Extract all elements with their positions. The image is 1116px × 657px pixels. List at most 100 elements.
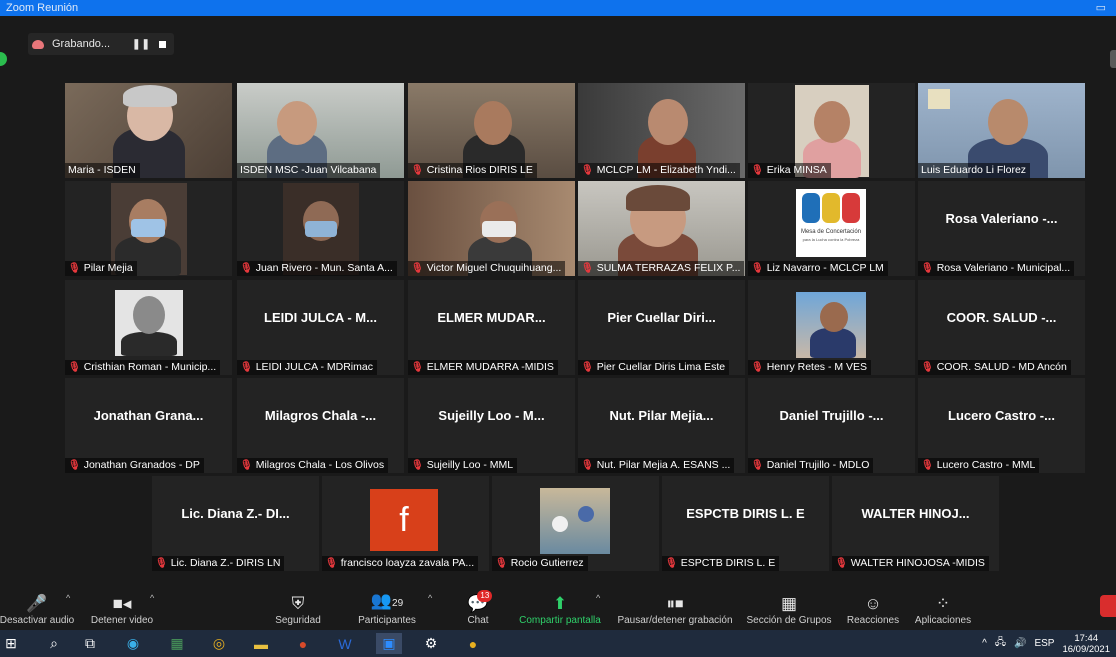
- participant-name: 🎙 Cristhian Roman - Municip...: [65, 360, 221, 375]
- participant-display-name: Rosa Valeriano -...: [945, 211, 1058, 226]
- video-options-chevron-icon[interactable]: ^: [150, 593, 154, 603]
- apps-button[interactable]: ⁘ Aplicaciones: [912, 585, 974, 629]
- task-view-icon[interactable]: ⧉: [80, 633, 100, 654]
- video-tile[interactable]: 🎙 Cristina Rios DIRIS LE: [408, 83, 575, 178]
- security-status-icon[interactable]: [0, 52, 7, 66]
- video-tile[interactable]: Mesa de Concertación para la Lucha contr…: [748, 181, 915, 276]
- video-tile[interactable]: 🎙 Henry Retes - M VES: [748, 280, 915, 375]
- muted-mic-icon: 🎙: [411, 460, 424, 471]
- video-tile[interactable]: Milagros Chala -... 🎙 Milagros Chala - Lo…: [237, 378, 404, 473]
- video-tile[interactable]: 🎙 Pilar Mejia: [65, 181, 232, 276]
- video-tile[interactable]: 🎙 Rocio Gutierrez: [492, 476, 659, 571]
- muted-mic-icon: 🎙: [835, 558, 848, 569]
- stop-recording-button[interactable]: [158, 40, 166, 48]
- participant-name: 🎙 Lic. Diana Z.- DIRIS LN: [152, 556, 285, 571]
- participant-display-name: Milagros Chala -...: [264, 408, 377, 423]
- participant-display-name: Jonathan Grana...: [93, 408, 204, 423]
- video-tile[interactable]: 🎙 MCLCP LM - Elizabeth Yndi...: [578, 83, 745, 178]
- share-screen-icon: ⬆: [552, 594, 568, 613]
- word-icon[interactable]: W: [334, 633, 356, 654]
- maximize-icon[interactable]: ▭: [1096, 0, 1106, 16]
- muted-mic-icon: 🎙: [751, 460, 764, 471]
- video-tile[interactable]: Jonathan Grana... 🎙 Jonathan Granados - D…: [65, 378, 232, 473]
- participant-display-name: Nut. Pilar Mejia...: [609, 408, 714, 423]
- smiley-plus-icon: ☺: [864, 594, 882, 613]
- clock[interactable]: 17:44 16/09/2021: [1062, 633, 1110, 655]
- video-tile[interactable]: LEIDI JULCA - M... 🎙 LEIDI JULCA - MDRima…: [237, 280, 404, 375]
- video-tile[interactable]: Daniel Trujillo -... 🎙 Daniel Trujillo - …: [748, 378, 915, 473]
- video-tile[interactable]: 🎙 Juan Rivero - Mun. Santa A...: [237, 181, 404, 276]
- video-tile[interactable]: Nut. Pilar Mejia... 🎙 Nut. Pilar Mejia A.…: [578, 378, 745, 473]
- video-tile[interactable]: Lic. Diana Z.- DI... 🎙 Lic. Diana Z.- DIR…: [152, 476, 319, 571]
- participant-display-name: Lucero Castro -...: [948, 408, 1055, 423]
- file-explorer-icon[interactable]: ▬: [250, 633, 272, 654]
- breakout-rooms-button[interactable]: ▦ Sección de Grupos: [744, 585, 834, 629]
- participant-display-name: COOR. SALUD -...: [946, 310, 1057, 325]
- video-tile[interactable]: 🎙 Cristhian Roman - Municip...: [65, 280, 232, 375]
- chat-button[interactable]: 💬 13 Chat: [460, 585, 496, 629]
- audio-options-chevron-icon[interactable]: ^: [66, 593, 70, 603]
- end-meeting-button[interactable]: [1100, 595, 1116, 617]
- calculator-icon[interactable]: ▦: [166, 633, 188, 654]
- share-options-chevron-icon[interactable]: ^: [596, 593, 600, 603]
- participants-button[interactable]: 👥29 Participantes: [352, 585, 422, 629]
- video-tile[interactable]: Luis Eduardo Li Florez: [918, 83, 1085, 178]
- participant-name: 🎙 Nut. Pilar Mejia A. ESANS ...: [578, 458, 735, 473]
- participant-name: 🎙 Rocio Gutierrez: [492, 556, 588, 571]
- powerpoint-icon[interactable]: ●: [292, 633, 314, 654]
- participant-name: 🎙 WALTER HINOJOSA -MIDIS: [832, 556, 989, 571]
- windows-start-icon[interactable]: ⊞: [2, 633, 20, 654]
- settings-gear-icon[interactable]: ⚙: [420, 633, 442, 654]
- muted-mic-icon: 🎙: [68, 362, 81, 373]
- participant-name: 🎙 COOR. SALUD - MD Ancón: [918, 360, 1071, 375]
- participant-name: 🎙 Lucero Castro - MML: [918, 458, 1040, 473]
- share-screen-button[interactable]: ⬆ Compartir pantalla: [516, 585, 604, 629]
- reactions-button[interactable]: ☺ Reacciones: [844, 585, 902, 629]
- video-tile[interactable]: Sujeilly Loo - M... 🎙 Sujeilly Loo - MML: [408, 378, 575, 473]
- security-button[interactable]: ⛨ Seguridad: [270, 585, 326, 629]
- video-tile[interactable]: Maria - ISDEN: [65, 83, 232, 178]
- video-tile[interactable]: 🎙 SULMA TERRAZAS FELIX P...: [578, 181, 745, 276]
- microphone-icon: 🎤: [26, 594, 48, 613]
- video-tile[interactable]: Lucero Castro -... 🎙 Lucero Castro - MML: [918, 378, 1085, 473]
- muted-mic-icon: 🎙: [665, 558, 678, 569]
- video-tile[interactable]: COOR. SALUD -... 🎙 COOR. SALUD - MD Ancón: [918, 280, 1085, 375]
- zoom-app-icon[interactable]: ▣: [376, 633, 402, 654]
- participant-name: 🎙 Victor Miguel Chuquihuang...: [408, 261, 566, 276]
- muted-mic-icon: 🎙: [411, 165, 424, 176]
- muted-mic-icon: 🎙: [581, 460, 594, 471]
- shield-icon: ⛨: [291, 594, 305, 613]
- video-tile[interactable]: f 🎙 francisco loayza zavala PA...: [322, 476, 489, 571]
- view-toggle-edge[interactable]: [1110, 50, 1116, 68]
- participant-display-name: ELMER MUDAR...: [437, 310, 546, 325]
- video-tile[interactable]: WALTER HINOJ... 🎙 WALTER HINOJOSA -MIDIS: [832, 476, 999, 571]
- mute-button[interactable]: 🎤 Desactivar audio: [0, 585, 74, 629]
- wall-logo-icon: [928, 89, 950, 109]
- stop-video-button[interactable]: ■◂ Detener video: [88, 585, 156, 629]
- app-icon[interactable]: ●: [462, 633, 484, 654]
- pause-recording-button[interactable]: ❚❚: [132, 39, 151, 50]
- muted-mic-icon: 🎙: [751, 263, 764, 274]
- participant-name: 🎙 ESPCTB DIRIS L. E: [662, 556, 780, 571]
- language-indicator[interactable]: ESP: [1034, 638, 1054, 649]
- video-tile[interactable]: ISDEN MSC -Juan Vilcabana: [237, 83, 404, 178]
- search-icon[interactable]: ⌕: [44, 633, 64, 654]
- video-tile[interactable]: 🎙 Victor Miguel Chuquihuang...: [408, 181, 575, 276]
- video-tile[interactable]: ELMER MUDAR... 🎙 ELMER MUDARRA -MIDIS: [408, 280, 575, 375]
- participants-options-chevron-icon[interactable]: ^: [428, 593, 432, 603]
- network-icon[interactable]: 🖧: [995, 635, 1006, 652]
- chrome-icon[interactable]: ◎: [208, 633, 230, 654]
- participant-name: 🎙 Cristina Rios DIRIS LE: [408, 163, 537, 178]
- participant-name: 🎙 Sujeilly Loo - MML: [408, 458, 518, 473]
- edge-browser-icon[interactable]: ◉: [122, 633, 144, 654]
- muted-mic-icon: 🎙: [751, 362, 764, 373]
- video-tile[interactable]: Pier Cuellar Diri... 🎙 Pier Cuellar Diris…: [578, 280, 745, 375]
- muted-mic-icon: 🎙: [581, 263, 594, 274]
- video-tile[interactable]: 🎙 Erika MINSA: [748, 83, 915, 178]
- video-tile[interactable]: Rosa Valeriano -... 🎙 Rosa Valeriano - Mu…: [918, 181, 1085, 276]
- pause-stop-recording-button[interactable]: ⏸⏹ Pausar/detener grabación: [614, 585, 736, 629]
- tray-chevron-icon[interactable]: ^: [982, 638, 987, 649]
- speaker-icon[interactable]: 🔊: [1014, 638, 1026, 649]
- muted-mic-icon: 🎙: [495, 558, 508, 569]
- video-tile[interactable]: ESPCTB DIRIS L. E 🎙 ESPCTB DIRIS L. E: [662, 476, 829, 571]
